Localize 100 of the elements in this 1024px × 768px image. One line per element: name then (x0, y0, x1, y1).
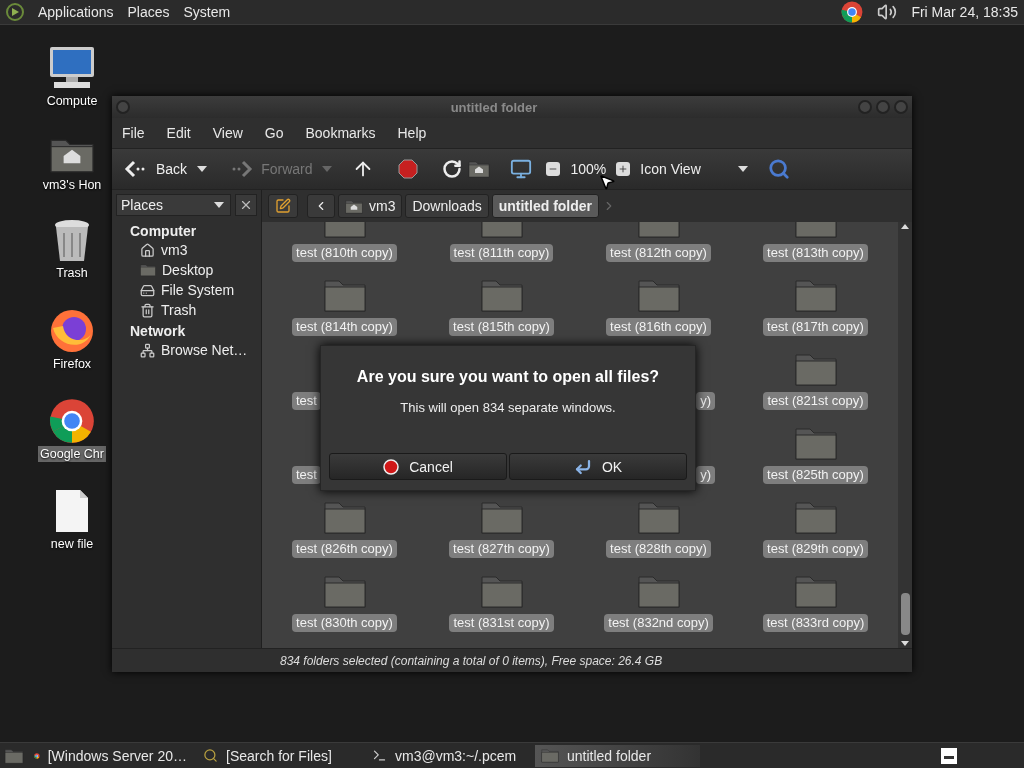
chrome-icon (841, 1, 864, 23)
folder-label[interactable]: test (825th copy) (763, 466, 868, 484)
zoom-out-button[interactable] (546, 162, 561, 176)
folder-icon (479, 277, 524, 313)
folder-label[interactable]: test (826th copy) (292, 540, 397, 558)
sidebar-section-title: Computer (129, 222, 198, 240)
path-button[interactable]: vm3 (338, 194, 403, 218)
sidebar-item[interactable]: File System (161, 282, 235, 298)
close-sidebar-button[interactable] (235, 194, 257, 216)
scroll-down-icon[interactable] (901, 641, 909, 646)
menu-item[interactable]: Go (264, 125, 284, 141)
view-dropdown[interactable]: Icon View (636, 159, 753, 179)
stop-icon[interactable] (398, 159, 419, 179)
trash-icon (140, 302, 155, 318)
folder-label[interactable]: test (817th copy) (763, 318, 868, 336)
logo-icon[interactable] (6, 3, 24, 21)
firefox-icon (49, 307, 95, 354)
desktop-icon-label[interactable]: new file (48, 535, 96, 552)
window-list-icon[interactable] (940, 746, 958, 765)
folder-label[interactable]: y) (696, 466, 715, 484)
back-button[interactable]: Back (120, 158, 192, 180)
scrollbar-thumb[interactable] (900, 593, 910, 635)
cancel-button[interactable]: Cancel (329, 453, 507, 480)
folder-icon (479, 499, 524, 535)
folder-label[interactable]: test (810th copy) (292, 244, 397, 262)
folder-label[interactable]: test (829th copy) (763, 540, 868, 558)
folder-label[interactable]: test (828th copy) (606, 540, 711, 558)
folder-icon (636, 277, 681, 313)
sidebar-item[interactable]: Desktop (162, 262, 214, 278)
sidebar-item[interactable]: Browse Net… (161, 342, 248, 358)
folder-label[interactable]: test (814th copy) (292, 318, 397, 336)
sidebar-item[interactable]: Trash (161, 302, 197, 318)
reload-icon[interactable] (442, 159, 463, 179)
search-icon[interactable] (768, 158, 791, 180)
caret-icon (738, 166, 749, 172)
folder-label[interactable]: test (830th copy) (292, 614, 397, 632)
folder-icon (322, 277, 367, 313)
folder-label[interactable]: test (815th copy) (449, 318, 554, 336)
path-button[interactable]: untitled folder (491, 194, 600, 218)
taskbar-item[interactable]: [Search for Files] (197, 744, 362, 767)
home-folder-icon (468, 160, 491, 178)
file-icon (54, 487, 90, 534)
panel-menu[interactable]: Places (127, 4, 170, 20)
menu-item[interactable]: Bookmarks (305, 125, 376, 141)
folder-label[interactable]: test (813th copy) (763, 244, 868, 262)
folder-label[interactable]: test (827th copy) (449, 540, 554, 558)
taskbar-item[interactable]: untitled folder (535, 744, 700, 767)
folder-label[interactable]: test (816th copy) (606, 318, 711, 336)
panel-menu[interactable]: System (183, 4, 231, 20)
zoom-level[interactable]: 100% (566, 159, 611, 179)
desktop-icon-label[interactable]: Firefox (50, 355, 94, 372)
clock[interactable]: Fri Mar 24, 18:35 (911, 4, 1018, 20)
folder-icon (793, 351, 838, 387)
drive-icon (140, 282, 155, 298)
computer-icon (48, 45, 96, 91)
folder-label[interactable]: test (812th copy) (606, 244, 711, 262)
menu-item[interactable]: File (122, 125, 145, 141)
search-icon (203, 748, 218, 763)
edit-location-button[interactable] (268, 194, 298, 218)
folder-icon (541, 748, 559, 763)
sidebar-item[interactable]: vm3 (161, 242, 188, 258)
folder-icon (793, 425, 838, 461)
menu-item[interactable]: View (212, 125, 243, 141)
sidebar-section-title: Network (129, 322, 187, 340)
folder-label[interactable]: test (821st copy) (763, 392, 868, 410)
taskbar-item[interactable]: [Windows Server 20… (28, 744, 193, 767)
folder-label[interactable]: y) (696, 392, 715, 410)
pencil-icon (275, 198, 291, 214)
window-title: untitled folder (449, 99, 539, 115)
folder-label[interactable]: test (832nd copy) (604, 614, 713, 632)
path-button[interactable]: Downloads (405, 194, 489, 218)
folder-label[interactable]: test (833rd copy) (762, 614, 869, 632)
zoom-in-button[interactable] (616, 162, 631, 176)
places-dropdown[interactable]: Places (116, 194, 231, 216)
status-bar-text: 834 folders selected (containing a total of 0 items), Free space: 26.4 GB (280, 653, 663, 668)
taskbar-item[interactable]: vm3@vm3:~/.pcem (366, 744, 531, 767)
folder-label[interactable]: test (831st copy) (449, 614, 554, 632)
computer-icon[interactable] (510, 158, 533, 180)
scroll-up-icon[interactable] (901, 224, 909, 229)
stop-icon (383, 458, 400, 475)
scrollbar[interactable] (898, 222, 912, 648)
menu-item[interactable]: Help (397, 125, 427, 141)
desktop-icon-label[interactable]: Compute (44, 93, 100, 109)
path-back-button[interactable] (307, 194, 335, 218)
close-icon (239, 198, 253, 212)
menu-item[interactable]: Edit (166, 125, 191, 141)
plus-icon (618, 164, 629, 174)
folder-label[interactable]: test (292, 392, 321, 410)
folder-icon (322, 573, 367, 609)
folder-label[interactable]: test (292, 466, 321, 484)
enter-arrow-icon (573, 457, 592, 476)
caret-icon[interactable] (197, 166, 208, 172)
desktop-icon-label[interactable]: vm3's Hon (40, 177, 104, 194)
volume-icon[interactable] (877, 2, 898, 22)
folder-label[interactable]: test (811th copy) (449, 244, 554, 262)
ok-button[interactable]: OK (509, 453, 687, 480)
desktop-icon-label[interactable]: Google Chr (38, 445, 106, 462)
panel-menu[interactable]: Applications (38, 4, 114, 20)
dialog-message: This will open 834 separate windows. (400, 400, 616, 415)
desktop-icon-label[interactable]: Trash (54, 265, 90, 282)
